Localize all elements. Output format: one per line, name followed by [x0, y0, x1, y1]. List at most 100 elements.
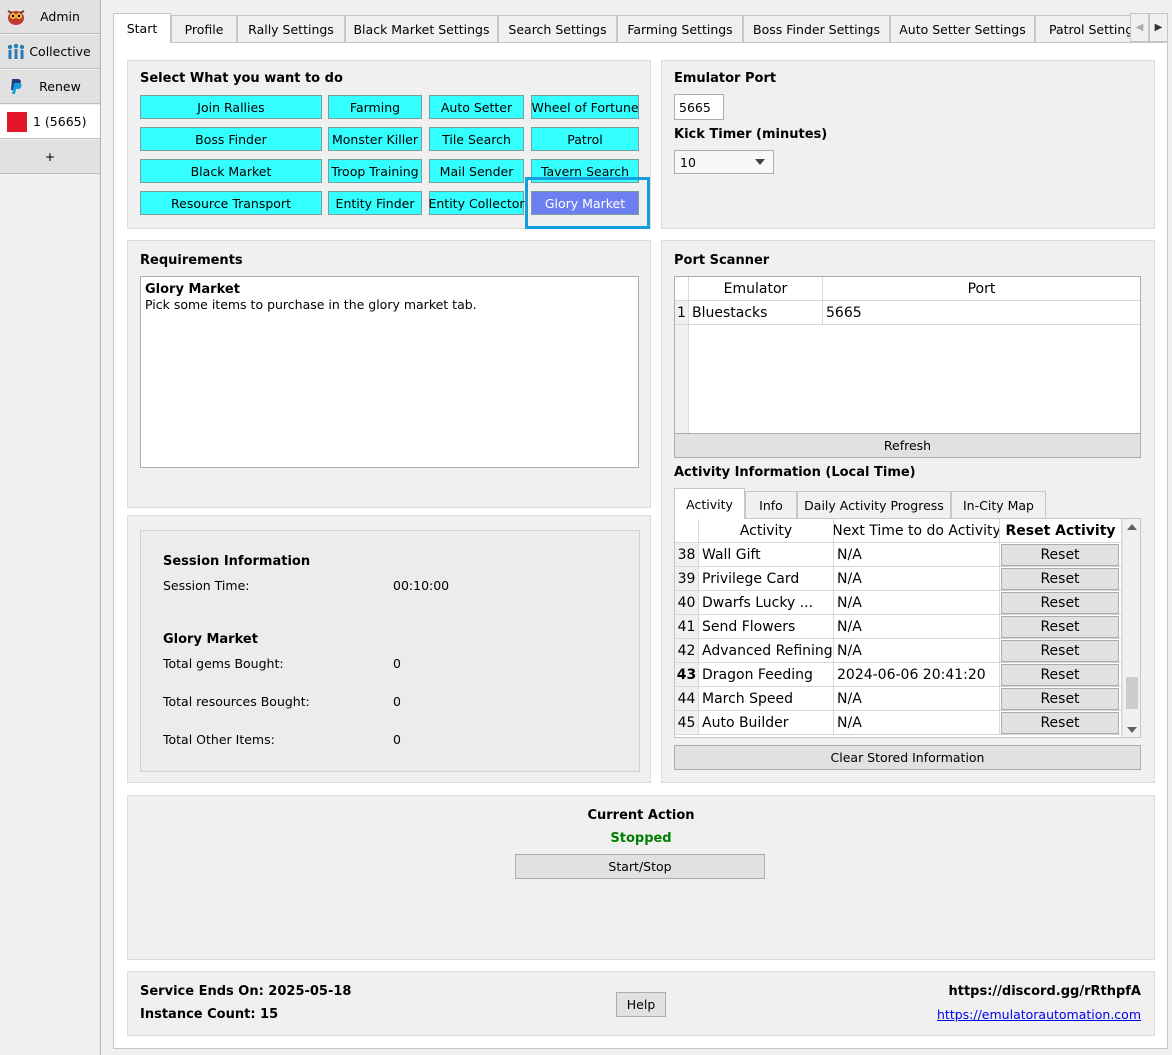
join-rallies-button[interactable]: Join Rallies — [140, 95, 322, 119]
start-stop-button[interactable]: Start/Stop — [515, 854, 765, 879]
reset-cell: Reset — [1000, 639, 1122, 663]
discord-link[interactable]: https://discord.gg/rRthpfA — [949, 984, 1142, 999]
next-time-cell[interactable]: N/A — [834, 591, 1000, 615]
tab-search-settings[interactable]: Search Settings — [498, 15, 617, 42]
clear-stored-info-button[interactable]: Clear Stored Information — [674, 745, 1141, 770]
table-row[interactable]: 39 Privilege Card N/A Reset — [675, 567, 1122, 591]
reset-activity-button[interactable]: Reset — [1001, 591, 1119, 614]
tab-farming-settings[interactable]: Farming Settings — [617, 15, 743, 42]
reset-activity-button[interactable]: Reset — [1001, 615, 1119, 638]
scrollbar-thumb[interactable] — [1126, 677, 1138, 709]
column-header-activity[interactable]: Activity — [699, 519, 834, 543]
tile-search-button[interactable]: Tile Search — [429, 127, 524, 151]
troop-training-button[interactable]: Troop Training — [328, 159, 422, 183]
resource-transport-button[interactable]: Resource Transport — [140, 191, 322, 215]
activity-name-cell[interactable]: March Speed — [699, 687, 834, 711]
refresh-button[interactable]: Refresh — [674, 433, 1141, 458]
next-time-cell[interactable]: N/A — [834, 543, 1000, 567]
add-instance-button[interactable]: + — [0, 140, 100, 174]
tab-start[interactable]: Start — [113, 13, 171, 43]
reset-activity-button[interactable]: Reset — [1001, 663, 1119, 686]
table-row[interactable]: 45 Auto Builder N/A Reset — [675, 711, 1122, 735]
tab-scroll-left-icon[interactable]: ◀ — [1130, 13, 1149, 42]
tab-black-market-settings[interactable]: Black Market Settings — [345, 15, 498, 42]
gems-bought-value: 0 — [393, 656, 401, 671]
activity-name-cell[interactable]: Privilege Card — [699, 567, 834, 591]
tab-label: Rally Settings — [248, 21, 334, 37]
auto-setter-button[interactable]: Auto Setter — [429, 95, 524, 119]
tab-activity[interactable]: Activity — [674, 488, 745, 519]
activity-name-cell[interactable]: Dragon Feeding — [699, 663, 834, 687]
sidebar-item-admin[interactable]: Admin — [0, 0, 100, 34]
table-row[interactable]: 41 Send Flowers N/A Reset — [675, 615, 1122, 639]
table-header: Activity Next Time to do Activity Reset … — [675, 519, 1122, 543]
column-header-port[interactable]: Port — [823, 277, 1140, 301]
tab-info[interactable]: Info — [745, 491, 797, 519]
port-cell[interactable]: 5665 — [823, 301, 1140, 325]
help-button[interactable]: Help — [616, 992, 666, 1017]
table-row[interactable]: 40 Dwarfs Lucky ... N/A Reset — [675, 591, 1122, 615]
sidebar-item-collective[interactable]: Collective — [0, 35, 100, 69]
sidebar-item-instance[interactable]: 1 (5665) — [0, 105, 100, 139]
tab-patrol-settings[interactable]: Patrol Settings — [1035, 15, 1133, 42]
requirements-textbox[interactable]: Glory Market Pick some items to purchase… — [140, 276, 639, 468]
kick-timer-value: 10 — [680, 154, 696, 170]
corner-cell — [675, 519, 699, 543]
table-row[interactable]: 42 Advanced Refining N/A Reset — [675, 639, 1122, 663]
next-time-cell[interactable]: 2024-06-06 20:41:20 — [834, 663, 1000, 687]
service-ends-text: Service Ends On: 2025-05-18 — [140, 984, 352, 999]
activity-name-cell[interactable]: Auto Builder — [699, 711, 834, 735]
tab-daily-activity-progress[interactable]: Daily Activity Progress — [797, 491, 951, 519]
kick-timer-select[interactable]: 10 — [674, 150, 774, 174]
column-header-next-time[interactable]: Next Time to do Activity — [834, 519, 1000, 543]
black-market-button[interactable]: Black Market — [140, 159, 322, 183]
emulator-port-input[interactable]: 5665 — [674, 94, 724, 120]
activity-name-cell[interactable]: Dwarfs Lucky ... — [699, 591, 834, 615]
next-time-cell[interactable]: N/A — [834, 639, 1000, 663]
wheel-of-fortune-button[interactable]: Wheel of Fortune — [531, 95, 639, 119]
table-row[interactable]: 38 Wall Gift N/A Reset — [675, 543, 1122, 567]
row-number: 42 — [675, 639, 699, 663]
main-tabs: Start Profile Rally Settings Black Marke… — [113, 13, 1168, 43]
reset-activity-button[interactable]: Reset — [1001, 567, 1119, 590]
entity-finder-button[interactable]: Entity Finder — [328, 191, 422, 215]
table-row[interactable]: 43 Dragon Feeding 2024-06-06 20:41:20 Reset — [675, 663, 1122, 687]
farming-button[interactable]: Farming — [328, 95, 422, 119]
reset-activity-button[interactable]: Reset — [1001, 687, 1119, 710]
reset-activity-button[interactable]: Reset — [1001, 639, 1119, 662]
emulator-port-label: Emulator Port — [674, 71, 777, 86]
tab-boss-finder-settings[interactable]: Boss Finder Settings — [743, 15, 890, 42]
next-time-cell[interactable]: N/A — [834, 687, 1000, 711]
tab-scroll-right-icon[interactable]: ▶ — [1149, 13, 1168, 42]
boss-finder-button[interactable]: Boss Finder — [140, 127, 322, 151]
website-link[interactable]: https://emulatorautomation.com — [937, 1007, 1141, 1022]
tab-label: Profile — [184, 21, 224, 37]
activity-scrollbar[interactable] — [1122, 519, 1140, 737]
scroll-up-icon[interactable] — [1127, 524, 1137, 530]
monster-killer-button[interactable]: Monster Killer — [328, 127, 422, 151]
scroll-down-icon[interactable] — [1127, 727, 1137, 733]
activity-name-cell[interactable]: Send Flowers — [699, 615, 834, 639]
entity-collector-button[interactable]: Entity Collector — [428, 191, 525, 215]
column-header-reset[interactable]: Reset Activity — [1000, 519, 1122, 543]
activity-name-cell[interactable]: Advanced Refining — [699, 639, 834, 663]
table-row[interactable]: 1 Bluestacks 5665 — [675, 301, 1140, 325]
column-header-emulator[interactable]: Emulator — [689, 277, 823, 301]
table-row[interactable]: 44 March Speed N/A Reset — [675, 687, 1122, 711]
emulator-cell[interactable]: Bluestacks — [689, 301, 823, 325]
patrol-button[interactable]: Patrol — [531, 127, 639, 151]
tab-in-city-map[interactable]: In-City Map — [951, 491, 1046, 519]
tab-rally-settings[interactable]: Rally Settings — [237, 15, 345, 42]
other-items-label: Total Other Items: — [163, 732, 275, 747]
next-time-cell[interactable]: N/A — [834, 711, 1000, 735]
reset-activity-button[interactable]: Reset — [1001, 711, 1119, 734]
sidebar-item-renew[interactable]: Renew — [0, 70, 100, 104]
chevron-down-icon — [755, 159, 765, 165]
next-time-cell[interactable]: N/A — [834, 567, 1000, 591]
mail-sender-button[interactable]: Mail Sender — [429, 159, 524, 183]
activity-name-cell[interactable]: Wall Gift — [699, 543, 834, 567]
reset-activity-button[interactable]: Reset — [1001, 543, 1119, 566]
next-time-cell[interactable]: N/A — [834, 615, 1000, 639]
tab-profile[interactable]: Profile — [171, 15, 237, 42]
tab-auto-setter-settings[interactable]: Auto Setter Settings — [890, 15, 1035, 42]
